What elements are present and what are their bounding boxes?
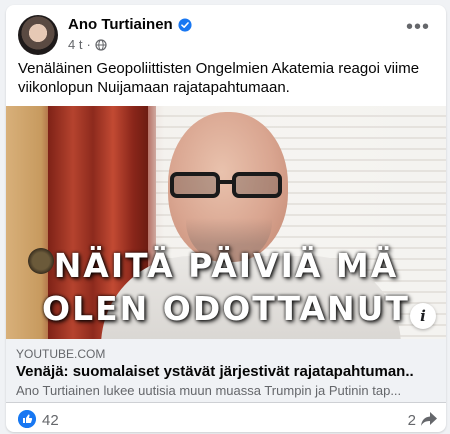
video-thumbnail[interactable]: NÄITÄ PÄIVIÄ MÄ OLEN ODOTTANUT i <box>6 106 446 339</box>
video-overlay-line2: OLEN ODOTTANUT <box>42 289 410 328</box>
globe-icon[interactable] <box>95 38 107 51</box>
link-description: Ano Turtiainen lukee uutisia muun muassa… <box>16 383 402 398</box>
meta-separator: · <box>86 37 91 52</box>
link-title: Venäjä: suomalaiset ystävät järjestivät … <box>16 363 414 380</box>
post-footer: 42 2 <box>6 403 446 432</box>
info-button[interactable]: i <box>410 303 436 329</box>
share-arrow-icon[interactable] <box>420 411 438 427</box>
glasses <box>170 172 282 198</box>
link-preview[interactable]: YOUTUBE.COM Venäjä: suomalaiset ystävät … <box>6 339 446 403</box>
post-timestamp[interactable]: 4 t <box>68 37 82 52</box>
share-count[interactable]: 2 <box>408 412 416 429</box>
author-avatar[interactable] <box>18 15 58 55</box>
video-overlay-line1: NÄITÄ PÄIVIÄ MÄ <box>53 246 399 285</box>
post-meta: 4 t · <box>68 37 107 52</box>
more-options-icon[interactable]: ••• <box>404 17 432 41</box>
like-reaction-icon[interactable] <box>18 410 36 428</box>
author-row: Ano Turtiainen <box>68 16 192 33</box>
reaction-count[interactable]: 42 <box>42 412 59 429</box>
author-name[interactable]: Ano Turtiainen <box>68 16 173 33</box>
verified-badge-icon <box>178 17 192 32</box>
post-card: Ano Turtiainen 4 t · ••• Venäläinen Geop… <box>6 5 446 432</box>
post-text: Venäläinen Geopoliittisten Ongelmien Aka… <box>18 60 420 96</box>
link-domain: YOUTUBE.COM <box>16 347 106 361</box>
post-header: Ano Turtiainen 4 t · ••• <box>18 15 436 59</box>
